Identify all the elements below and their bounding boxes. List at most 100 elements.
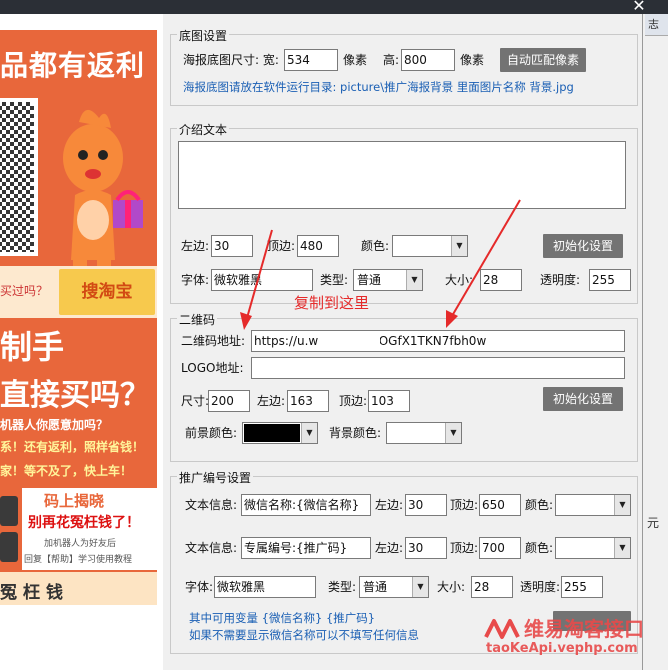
- qr-top-input[interactable]: 103: [368, 390, 410, 412]
- size-label: 大小:: [445, 273, 474, 287]
- intro-font-input[interactable]: 微软雅黑: [211, 269, 313, 291]
- auto-match-button[interactable]: 自动匹配像素: [500, 48, 586, 72]
- poster-dark-block: [0, 496, 18, 526]
- qr-init-button[interactable]: 初始化设置: [543, 387, 623, 411]
- poster-small-text-1: 机器人你愿意加吗？: [0, 418, 109, 432]
- bg-color-label: 背景颜色:: [329, 426, 382, 440]
- promo-code-input[interactable]: 专属编号:{推广码}: [241, 537, 371, 559]
- bg-settings-group: 底图设置 海报底图尺寸: 宽: 534 像素 高: 800 像素 自动匹配像素 …: [170, 27, 638, 106]
- qr-bg-color-select[interactable]: ▼: [386, 422, 462, 444]
- intro-init-button[interactable]: 初始化设置: [543, 234, 623, 258]
- ask-text: 买过吗？: [0, 284, 49, 298]
- wechat-name-input[interactable]: 微信名称:{微信名称}: [241, 494, 371, 516]
- row1-color-select[interactable]: ▼: [555, 494, 631, 516]
- text-info-label: 文本信息:: [185, 541, 238, 555]
- size-label: 尺寸:: [181, 394, 210, 408]
- card-subtitle: 别再花冤枉钱了！: [28, 515, 140, 531]
- intro-type-select[interactable]: 普通 ▼: [353, 269, 423, 291]
- type-label: 类型:: [328, 580, 357, 594]
- qr-fg-color-select[interactable]: ▼: [242, 422, 318, 444]
- group-title: 介绍文本: [177, 121, 230, 138]
- poster-reveal-card: 码上揭晓 别再花冤枉钱了！ 加机器人为好友后 回复【帮助】学习使用教程: [0, 488, 157, 570]
- close-icon[interactable]: ✕: [626, 0, 652, 15]
- chevron-down-icon: ▼: [614, 538, 630, 558]
- poster-small-text-2: 系！还有返利，照样省钱！: [0, 440, 145, 454]
- qr-code-image: [0, 98, 38, 256]
- promo-size-input[interactable]: 28: [471, 576, 513, 598]
- poster-dark-block: [0, 532, 18, 562]
- left-label: 左边:: [375, 541, 404, 555]
- text-info-label: 文本信息:: [185, 498, 238, 512]
- poster-big-text-1: 制手: [0, 328, 65, 366]
- left-label: 左边:: [181, 239, 210, 253]
- logo-label: LOGO地址:: [181, 361, 244, 375]
- group-title: 推广编号设置: [177, 469, 254, 486]
- poster-footer: 冤枉钱: [0, 572, 157, 605]
- color-label: 颜色:: [525, 498, 554, 512]
- font-label: 字体:: [181, 273, 210, 287]
- promo-opacity-input[interactable]: 255: [561, 576, 603, 598]
- top-label: 顶边:: [450, 541, 479, 555]
- type-label: 类型:: [320, 273, 349, 287]
- poster-preview: 品都有返利 买过吗？ 搜淘宝 制手 直接买吗？ 机器人你愿意加吗？ 系！还有返利…: [0, 30, 157, 605]
- qr-size-input[interactable]: 200: [208, 390, 250, 412]
- height-input[interactable]: 800: [401, 49, 455, 71]
- qr-url-label: 二维码地址:: [181, 334, 246, 348]
- search-taobao-badge: 搜淘宝: [59, 269, 155, 315]
- poster-small-text-3: 家！等不及了，快上车！: [0, 464, 133, 478]
- height-label: 高:: [383, 53, 400, 67]
- watermark-title: 维易淘客接口: [524, 617, 644, 641]
- top-label: 顶边:: [267, 239, 296, 253]
- logo-url-input[interactable]: [251, 357, 625, 379]
- watermark-url: taoKeApi.vephp.com: [486, 641, 638, 656]
- left-label: 左边:: [375, 498, 404, 512]
- intro-top-input[interactable]: 480: [297, 235, 339, 257]
- color-label: 颜色:: [361, 239, 390, 253]
- opacity-label: 透明度:: [540, 273, 581, 287]
- qr-url-input[interactable]: https://u.w 5tmeGSROGfX1TKN7fbh0w: [251, 330, 625, 352]
- fg-color-swatch: [244, 424, 300, 442]
- row2-left-input[interactable]: 30: [405, 537, 447, 559]
- intro-textarea[interactable]: [178, 141, 626, 209]
- group-title: 底图设置: [177, 27, 230, 44]
- row2-color-select[interactable]: ▼: [555, 537, 631, 559]
- left-label: 左边:: [257, 394, 286, 408]
- opacity-label: 透明度:: [520, 580, 561, 594]
- row2-top-input[interactable]: 700: [479, 537, 521, 559]
- width-input[interactable]: 534: [284, 49, 338, 71]
- window-top-bar: [0, 0, 668, 14]
- promo-type-value: 普通: [363, 580, 388, 594]
- row1-top-input[interactable]: 650: [479, 494, 521, 516]
- background-text: 元: [647, 516, 660, 530]
- promo-type-select[interactable]: 普通 ▼: [359, 576, 429, 598]
- size-label: 海报底图尺寸: 宽:: [183, 53, 279, 67]
- intro-opacity-input[interactable]: 255: [589, 269, 631, 291]
- card-title: 码上揭晓: [44, 492, 105, 510]
- poster-settings-dialog: 底图设置 海报底图尺寸: 宽: 534 像素 高: 800 像素 自动匹配像素 …: [163, 14, 642, 670]
- empty-note: 如果不需要显示微信名称可以不填写任何信息: [189, 628, 419, 642]
- qr-code-group: 二维码 二维码地址: https://u.w 5tmeGSROGfX1TKN7f…: [170, 311, 638, 462]
- poster-headline: 品都有返利: [0, 49, 146, 82]
- bg-hint-text: 海报底图请放在软件运行目录: picture\推广海报背景 里面图片名称 背景.…: [183, 80, 574, 94]
- chevron-down-icon: ▼: [445, 423, 461, 443]
- chevron-down-icon: ▼: [406, 270, 422, 290]
- intro-left-input[interactable]: 30: [211, 235, 253, 257]
- top-label: 顶边:: [450, 498, 479, 512]
- chevron-down-icon: ▼: [301, 423, 317, 443]
- intro-color-select[interactable]: ▼: [392, 235, 468, 257]
- group-title: 二维码: [177, 311, 218, 328]
- intro-text-group: 介绍文本 左边: 30 顶边: 480 颜色: ▼ 初始化设置 字体: 微软雅黑…: [170, 121, 638, 304]
- redaction-mask: [320, 333, 380, 349]
- qr-left-input[interactable]: 163: [287, 390, 329, 412]
- promo-font-input[interactable]: 微软雅黑: [214, 576, 316, 598]
- size-label: 大小:: [437, 580, 466, 594]
- fg-color-label: 前景颜色:: [185, 426, 238, 440]
- chevron-down-icon: ▼: [412, 577, 428, 597]
- row1-left-input[interactable]: 30: [405, 494, 447, 516]
- intro-size-input[interactable]: 28: [480, 269, 522, 291]
- chevron-down-icon: ▼: [614, 495, 630, 515]
- mascot-icon: [63, 109, 143, 280]
- vars-note: 其中可用变量 {微信名称} {推广码}: [189, 611, 376, 625]
- poster-footer-text: 冤枉钱: [0, 583, 69, 603]
- watermark-logo-icon: [484, 619, 520, 639]
